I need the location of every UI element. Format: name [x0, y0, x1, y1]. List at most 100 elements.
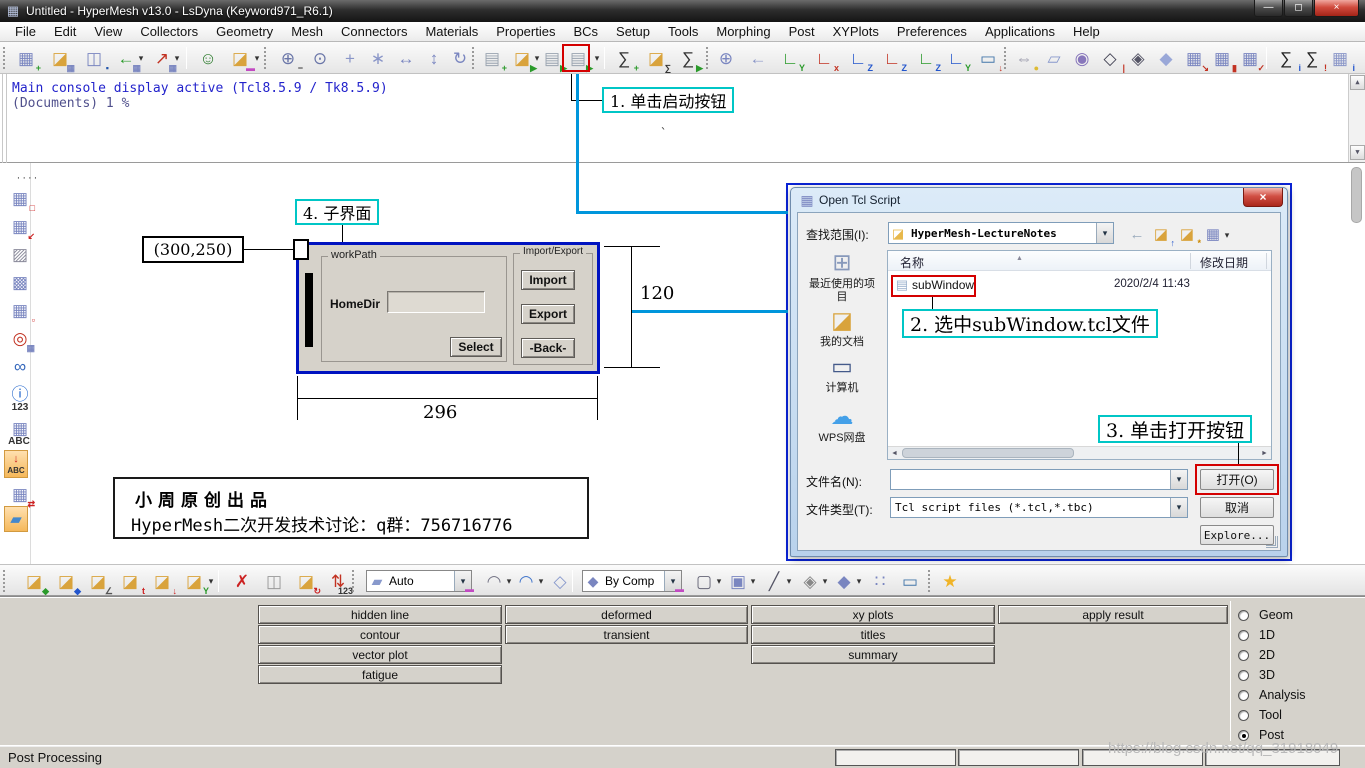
wireframe-display-icon[interactable]: ▨	[8, 242, 32, 266]
model-check-icon[interactable]: ▦ ✓	[1238, 46, 1265, 73]
pan-icon[interactable]: ∗	[366, 46, 390, 70]
component-collector-icon[interactable]: ◪ ◆	[54, 569, 81, 596]
summary-loads-icon[interactable]: ∑!	[1300, 46, 1327, 73]
solid-cube-icon[interactable]: ◆	[1154, 46, 1178, 70]
file-list-hscrollbar[interactable]: ◄ ►	[888, 446, 1271, 459]
graphics-scrollbar-thumb[interactable]	[1351, 167, 1362, 223]
radio-circle[interactable]	[1238, 689, 1249, 701]
element-wireframe-icon[interactable]: ▢	[692, 569, 716, 593]
radio-circle-selected[interactable]	[1238, 729, 1249, 741]
scroll-up-button[interactable]: ▲	[1350, 75, 1365, 90]
radio-circle[interactable]	[1238, 649, 1249, 661]
filetype-combo[interactable]: Tcl script files (*.tcl,*.tbc)	[890, 497, 1188, 518]
run-current-script-icon[interactable]: ▤ ▶	[540, 46, 567, 73]
filename-combo[interactable]	[890, 469, 1188, 490]
reverse-mask-icon[interactable]: ▦ ↙	[8, 214, 35, 241]
organize-icon[interactable]: ◪ ▬	[228, 46, 255, 73]
view-zx-icon[interactable]: ∟ Z	[846, 46, 873, 73]
explore-button[interactable]: Explore...	[1200, 525, 1274, 545]
mask-box-icon[interactable]: ▦ ▫	[8, 298, 35, 325]
screen-capture-icon[interactable]: ▭ ↓	[976, 46, 1003, 73]
panel-button-deformed[interactable]: deformed	[505, 605, 748, 624]
radio-3d[interactable]: 3D	[1238, 668, 1275, 682]
arrange-icon[interactable]: ▦ ⇄	[8, 482, 35, 509]
systems-collector-icon[interactable]: ◪ t	[118, 569, 145, 596]
user-profile-icon[interactable]: ☺	[196, 46, 220, 70]
element-solid-dropdown-icon[interactable]	[854, 569, 864, 593]
minimize-button[interactable]: —	[1254, 0, 1283, 17]
nav-views-button[interactable]: ▦	[1202, 223, 1224, 245]
radio-circle[interactable]	[1238, 709, 1249, 721]
panel-to-view-icon[interactable]: ▦ ↘	[1182, 46, 1209, 73]
radio-1d[interactable]: 1D	[1238, 628, 1275, 642]
view-xy-icon[interactable]: ∟ x	[812, 46, 839, 73]
export-dropdown-icon[interactable]	[172, 46, 182, 70]
organize-folder-icon[interactable]: ◪ ↻	[294, 569, 321, 596]
panel-button-apply-result[interactable]: apply result	[998, 605, 1228, 624]
geometry-display-combo[interactable]: ▰ ▬ Auto	[366, 570, 474, 594]
fit-view-icon[interactable]: +	[338, 46, 362, 70]
radio-circle[interactable]	[1238, 669, 1249, 681]
new-summary-icon[interactable]: ∑ +	[612, 46, 639, 73]
view-yz-icon[interactable]: ∟ Y	[944, 46, 971, 73]
menu-applications[interactable]: Applications	[976, 22, 1064, 42]
element-shaded-icon[interactable]: ▣	[726, 569, 750, 593]
run-script-dropdown-icon[interactable]	[592, 46, 602, 70]
export-icon[interactable]: ↗ ▦	[150, 46, 177, 73]
open-script-icon[interactable]: ◪ ▶	[510, 46, 537, 73]
column-divider[interactable]	[1190, 253, 1191, 269]
column-date-header[interactable]: 修改日期	[1200, 254, 1248, 271]
console-scrollbar[interactable]: ▲ ▼	[1348, 74, 1365, 162]
summary-info-icon[interactable]: ∑ i	[1274, 46, 1301, 73]
element-wireframe-dropdown-icon[interactable]	[714, 569, 724, 593]
toolbar-handle[interactable]	[3, 570, 6, 592]
panel-button-vector-plot[interactable]: vector plot	[258, 645, 502, 664]
panel-button-transient[interactable]: transient	[505, 625, 748, 644]
view-yx-icon[interactable]: ∟ Y	[778, 46, 805, 73]
shaded-display-icon[interactable]: ▩	[8, 270, 32, 294]
surface-edit-button[interactable]: ▰	[4, 506, 28, 532]
toolbar-handle[interactable]	[264, 47, 267, 69]
hscroll-left-button[interactable]: ◄	[888, 447, 901, 459]
toolbar-handle[interactable]	[706, 47, 709, 69]
zoom-lasso-icon[interactable]: ⊙	[308, 46, 332, 70]
find-icon[interactable]: ∞	[8, 354, 32, 378]
surface-wireframe-icon[interactable]: ◠	[482, 569, 506, 593]
surface-wireframe-dropdown-icon[interactable]	[504, 569, 514, 593]
menu-properties[interactable]: Properties	[487, 22, 564, 42]
filename-dropdown-icon[interactable]	[1170, 470, 1187, 489]
hscroll-thumb[interactable]	[902, 448, 1074, 458]
radio-geom[interactable]: Geom	[1238, 608, 1293, 622]
element-solid-icon[interactable]: ◆	[832, 569, 856, 593]
menu-collectors[interactable]: Collectors	[131, 22, 207, 42]
menu-file[interactable]: File	[6, 22, 45, 42]
menu-mesh[interactable]: Mesh	[282, 22, 332, 42]
line-display-icon[interactable]: ╱	[762, 569, 786, 593]
look-in-combo[interactable]: ◪ HyperMesh-LectureNotes	[888, 222, 1114, 244]
radio-circle[interactable]	[1238, 629, 1249, 641]
radio-analysis[interactable]: Analysis	[1238, 688, 1306, 702]
menu-view[interactable]: View	[85, 22, 131, 42]
restore-button[interactable]: ◻	[1284, 0, 1313, 17]
menu-morphing[interactable]: Morphing	[707, 22, 779, 42]
section-collector-icon[interactable]: ◪ ∠	[86, 569, 113, 596]
delete-icon[interactable]: ✗	[230, 569, 254, 593]
view-xz-icon[interactable]: ∟ Z	[880, 46, 907, 73]
line-display-dropdown-icon[interactable]	[784, 569, 794, 593]
renumber-icon[interactable]: ⇅ 123	[326, 569, 353, 596]
toolbar-handle[interactable]	[352, 570, 355, 592]
surface-shaded-dropdown-icon[interactable]	[536, 569, 546, 593]
place-wps-drive[interactable]: ☁ WPS网盘	[800, 405, 884, 445]
radio-tool[interactable]: Tool	[1238, 708, 1282, 722]
geometry-collector-icon[interactable]: ◪ ◆	[22, 569, 49, 596]
menu-setup[interactable]: Setup	[607, 22, 659, 42]
menu-edit[interactable]: Edit	[45, 22, 85, 42]
free-elements-icon[interactable]: ∷	[868, 569, 892, 593]
zoom-in-out-icon[interactable]: ⊕ −	[276, 46, 303, 73]
nav-new-folder-button[interactable]: ◪ *	[1176, 223, 1201, 248]
save-model-icon[interactable]: ◫ ▪	[82, 46, 109, 73]
ruler-icon[interactable]: ▱	[1042, 46, 1066, 70]
look-in-dropdown-icon[interactable]	[1096, 223, 1113, 243]
rotate-free-icon[interactable]: ↻	[448, 46, 472, 70]
new-session-icon[interactable]: ▦ +	[14, 46, 41, 73]
